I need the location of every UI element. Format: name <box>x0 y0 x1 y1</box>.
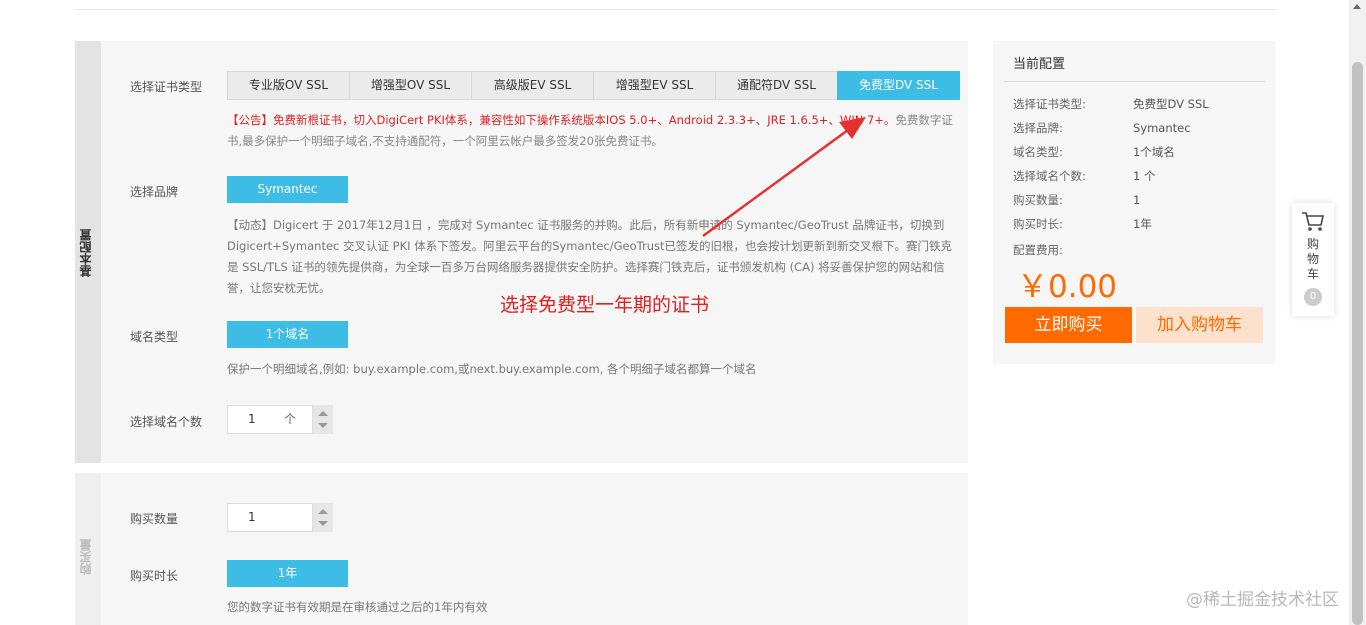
summary-divider <box>1004 81 1265 82</box>
section-sidebar: 基本配置 <box>75 41 101 463</box>
decrement-arrow-icon[interactable] <box>318 423 328 428</box>
top-divider <box>75 9 1276 10</box>
summary-row-cert-type: 选择证书类型: 免费型DV SSL <box>1013 97 1209 111</box>
domain-count-spinner[interactable] <box>312 405 333 434</box>
duration-hint: 您的数字证书有效期是在审核通过之后的1年内有效 <box>227 600 488 614</box>
watermark: @稀土掘金技术社区 <box>1186 590 1339 610</box>
cert-type-label: 选择证书类型 <box>130 80 203 94</box>
summary-row-domain-type: 域名类型: 1个域名 <box>1013 145 1175 159</box>
summary-row-domain-count: 选择域名个数: 1 个 <box>1013 169 1156 183</box>
domain-count-value[interactable]: 1 <box>248 406 256 433</box>
quantity-label: 购买数量 <box>130 512 179 526</box>
tab-wildcard-dv-ssl[interactable]: 通配符DV SSL <box>715 71 838 100</box>
summary-row-duration: 购买时长: 1年 <box>1013 217 1152 231</box>
summary-row-brand: 选择品牌: Symantec <box>1013 121 1191 135</box>
buy-now-button[interactable]: 立即购买 <box>1005 307 1132 343</box>
annotation-text: 选择免费型一年期的证书 <box>500 294 710 316</box>
quantity-stepper[interactable]: 1 <box>227 503 333 532</box>
increment-arrow-icon[interactable] <box>318 509 328 514</box>
brand-symantec-button[interactable]: Symantec <box>227 176 348 203</box>
summary-row-quantity: 购买数量: 1 <box>1013 193 1141 207</box>
summary-title: 当前配置 <box>1013 57 1066 72</box>
section-label-basic: 基本配置 <box>79 229 93 277</box>
quantity-value[interactable]: 1 <box>248 504 256 531</box>
domain-type-one-button[interactable]: 1个域名 <box>227 321 348 348</box>
brand-label: 选择品牌 <box>130 185 179 199</box>
floating-cart-label: 购物车 <box>1306 237 1319 281</box>
tab-enhanced-ov-ssl[interactable]: 增强型OV SSL <box>349 71 472 100</box>
section-sidebar: 购买量 <box>75 473 101 625</box>
floating-cart[interactable]: 购物车 0 <box>1292 203 1334 316</box>
cert-notice: 【公告】免费新根证书，切入DigiCert PKI体系，兼容性如下操作系统版本I… <box>227 110 959 152</box>
scrollbar-thumb[interactable] <box>1352 62 1363 625</box>
tab-pro-ov-ssl[interactable]: 专业版OV SSL <box>227 71 350 100</box>
tab-enhanced-ev-ssl[interactable]: 增强型EV SSL <box>593 71 716 100</box>
domain-type-label: 域名类型 <box>130 330 179 344</box>
purchase-section: 购买量 购买数量 1 购买时长 1年 您的数字证书有效期是在审核通过之后的1年内… <box>75 473 968 625</box>
increment-arrow-icon[interactable] <box>318 411 328 416</box>
domain-count-stepper[interactable]: 1 个 <box>227 405 333 434</box>
domain-count-unit: 个 <box>284 412 297 426</box>
duration-label: 购买时长 <box>130 569 179 583</box>
config-summary-panel: 当前配置 选择证书类型: 免费型DV SSL 选择品牌: Symantec 域名类型… <box>993 41 1275 364</box>
cart-icon <box>1302 212 1324 231</box>
cert-notice-red: 【公告】免费新根证书，切入DigiCert PKI体系，兼容性如下操作系统版本I… <box>227 113 896 127</box>
summary-fee-label: 配置费用: <box>1013 243 1063 257</box>
duration-one-year-button[interactable]: 1年 <box>227 560 348 587</box>
add-to-cart-button[interactable]: 加入购物车 <box>1136 307 1263 343</box>
cart-count-badge: 0 <box>1304 288 1322 306</box>
domain-count-label: 选择域名个数 <box>130 415 203 429</box>
domain-type-hint: 保护一个明细域名,例如: buy.example.com,或next.buy.e… <box>227 362 757 376</box>
decrement-arrow-icon[interactable] <box>318 521 328 526</box>
tab-free-dv-ssl[interactable]: 免费型DV SSL <box>837 71 960 100</box>
cert-type-tabs: 专业版OV SSL 增强型OV SSL 高级版EV SSL 增强型EV SSL … <box>227 71 960 100</box>
price-value: ￥0.00 <box>1017 269 1118 305</box>
tab-advanced-ev-ssl[interactable]: 高级版EV SSL <box>471 71 594 100</box>
brand-notice: 【动态】Digicert 于 2017年12月1日 ，完成对 Symantec … <box>227 218 952 295</box>
basic-config-section: 基本配置 选择证书类型 专业版OV SSL 增强型OV SSL 高级版EV SS… <box>75 41 968 463</box>
section-label-purchase: 购买量 <box>79 539 93 575</box>
quantity-spinner[interactable] <box>312 503 333 532</box>
scroll-up-icon[interactable] <box>1353 4 1361 9</box>
